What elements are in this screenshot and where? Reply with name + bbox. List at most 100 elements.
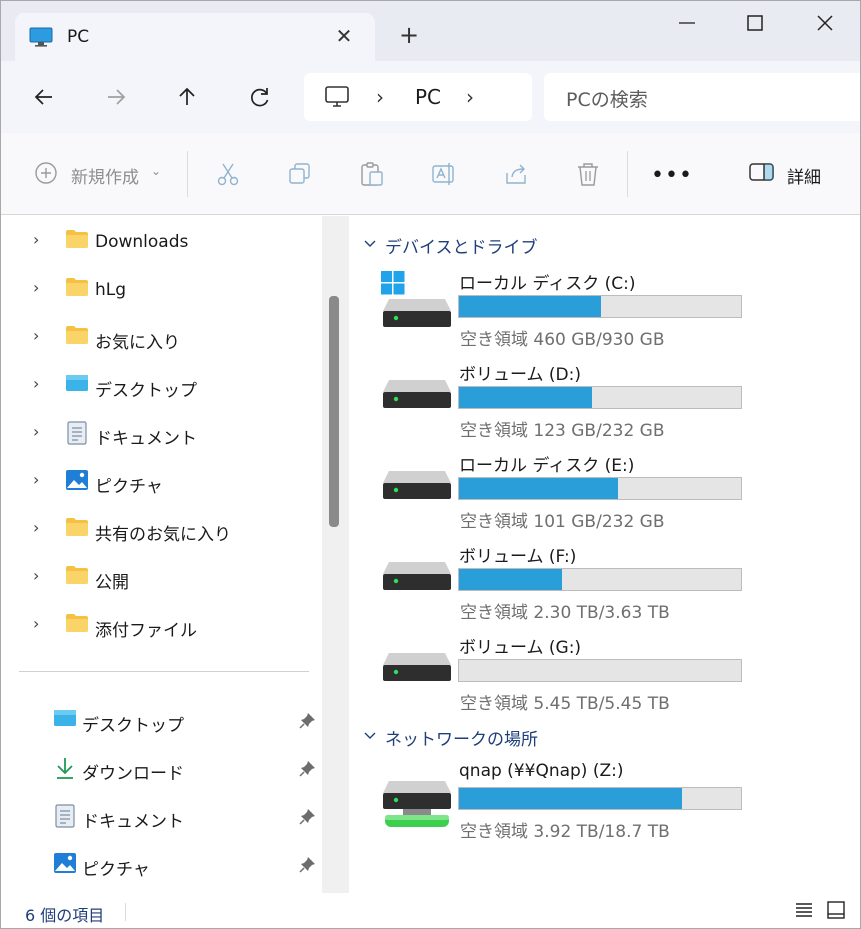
drive-free-space: 空き領域 101 GB/232 GB (460, 512, 665, 532)
breadcrumb-separator[interactable]: › (376, 85, 384, 109)
breadcrumb-pc[interactable]: PC (415, 85, 441, 109)
pin-icon[interactable] (299, 807, 317, 829)
drive-item[interactable]: ローカル ディスク (E:) 空き領域 101 GB/232 GB (379, 451, 799, 541)
pinned-downloads[interactable]: ダウンロード (1, 748, 321, 788)
search-input[interactable]: PCの検索 (544, 73, 860, 121)
tiles-view-button[interactable] (826, 900, 846, 924)
folder-icon (65, 277, 89, 301)
drive-name: qnap (¥¥Qnap) (Z:) (459, 761, 624, 781)
close-window-button[interactable] (803, 9, 847, 39)
new-button-label: 新規作成 (71, 168, 139, 188)
back-button[interactable] (30, 83, 58, 111)
chevron-right-icon[interactable]: › (33, 518, 39, 537)
new-tab-button[interactable]: + (397, 23, 421, 47)
drive-free-space: 空き領域 2.30 TB/3.63 TB (460, 603, 670, 623)
chevron-right-icon[interactable]: › (33, 470, 39, 489)
copy-button[interactable] (287, 161, 313, 187)
up-button[interactable] (173, 83, 201, 111)
details-pane-icon (749, 163, 774, 181)
picture-icon (53, 852, 77, 878)
clipboard-icon (361, 162, 383, 186)
rename-button[interactable] (431, 161, 457, 187)
document-icon (65, 421, 89, 449)
chevron-right-icon[interactable]: › (33, 374, 39, 393)
more-options-button[interactable]: ••• (651, 163, 693, 188)
trash-icon (578, 163, 598, 186)
drive-item[interactable]: ボリューム (D:) 空き領域 123 GB/232 GB (379, 360, 799, 450)
drive-name: ボリューム (G:) (459, 638, 582, 658)
nav-item-public[interactable]: › 公開 (1, 556, 321, 596)
nav-item-downloads[interactable]: › Downloads (1, 220, 321, 260)
nav-item-label: 共有のお気に入り (95, 525, 231, 545)
sidebar-scrollbar-thumb[interactable] (329, 296, 339, 527)
pinned-documents[interactable]: ドキュメント (1, 796, 321, 836)
nav-item-shared-favorites[interactable]: › 共有のお気に入り (1, 508, 321, 548)
command-bar: 新規作成 ⌄ ••• 詳細 (1, 133, 860, 215)
drive-free-space: 空き領域 123 GB/232 GB (460, 421, 665, 441)
chevron-down-icon[interactable] (363, 236, 377, 255)
details-pane-button[interactable]: 詳細 (749, 161, 821, 188)
drive-item[interactable]: ボリューム (F:) 空き領域 2.30 TB/3.63 TB (379, 542, 799, 632)
rename-icon (432, 163, 454, 185)
drive-usage-bar (458, 659, 742, 682)
maximize-button[interactable] (733, 9, 777, 39)
nav-item-label: デスクトップ (95, 381, 197, 401)
address-bar[interactable]: › PC › (304, 73, 532, 121)
nav-item-favorites[interactable]: › お気に入り (1, 316, 321, 356)
pinned-label: ドキュメント (82, 812, 184, 832)
folder-icon (65, 229, 89, 253)
pinned-desktop[interactable]: デスクトップ (1, 700, 321, 740)
drive-icon (381, 635, 453, 701)
cut-button[interactable] (215, 161, 241, 187)
paste-button[interactable] (359, 161, 385, 187)
nav-item-pictures[interactable]: › ピクチャ (1, 460, 321, 500)
nav-item-attachments[interactable]: › 添付ファイル (1, 604, 321, 644)
nav-item-hlg[interactable]: › hLg (1, 268, 321, 308)
pin-icon[interactable] (299, 855, 317, 877)
arrow-up-icon (179, 87, 195, 105)
drive-free-space: 空き領域 5.45 TB/5.45 TB (460, 694, 670, 714)
chevron-right-icon[interactable]: › (33, 566, 39, 585)
breadcrumb-separator[interactable]: › (466, 85, 474, 109)
new-button[interactable]: 新規作成 ⌄ (34, 161, 161, 188)
computer-icon (324, 85, 350, 113)
drive-icon (381, 544, 453, 610)
chevron-down-icon[interactable] (363, 728, 377, 747)
drive-name: ボリューム (D:) (459, 365, 581, 385)
drive-usage-fill (459, 478, 619, 499)
chevron-right-icon[interactable]: › (33, 326, 39, 345)
chevron-down-icon: ⌄ (151, 164, 162, 178)
divider (627, 151, 628, 197)
desktop-icon (53, 708, 77, 732)
share-button[interactable] (503, 161, 529, 187)
forward-button[interactable] (102, 83, 130, 111)
plus-circle-icon (35, 162, 57, 184)
arrow-right-icon (108, 89, 126, 105)
chevron-right-icon[interactable]: › (33, 422, 39, 441)
chevron-right-icon[interactable]: › (33, 614, 39, 633)
tab-pc[interactable]: PC ✕ (15, 13, 375, 63)
share-icon (506, 164, 526, 184)
pinned-pictures[interactable]: ピクチャ (1, 844, 321, 884)
refresh-button[interactable] (246, 83, 274, 111)
pin-icon[interactable] (299, 759, 317, 781)
close-tab-button[interactable]: ✕ (333, 25, 355, 47)
chevron-right-icon[interactable]: › (33, 278, 39, 297)
drive-icon (381, 453, 453, 519)
nav-item-desktop[interactable]: › デスクトップ (1, 364, 321, 404)
windows-drive-icon (381, 271, 453, 337)
details-view-button[interactable] (794, 900, 814, 924)
drive-item[interactable]: ボリューム (G:) 空き領域 5.45 TB/5.45 TB (379, 633, 799, 723)
drive-item[interactable]: ローカル ディスク (C:) 空き領域 460 GB/930 GB (379, 269, 799, 359)
drive-usage-fill (459, 296, 602, 317)
desktop-icon (65, 373, 89, 397)
delete-button[interactable] (575, 161, 601, 187)
chevron-right-icon[interactable]: › (33, 230, 39, 249)
drive-usage-bar (458, 787, 742, 810)
pin-icon[interactable] (299, 711, 317, 733)
minimize-button[interactable] (665, 9, 709, 39)
nav-item-documents[interactable]: › ドキュメント (1, 412, 321, 452)
folder-icon (65, 325, 89, 349)
network-drive-item[interactable]: qnap (¥¥Qnap) (Z:) 空き領域 3.92 TB/18.7 TB (379, 761, 799, 851)
drive-usage-fill (459, 387, 592, 408)
